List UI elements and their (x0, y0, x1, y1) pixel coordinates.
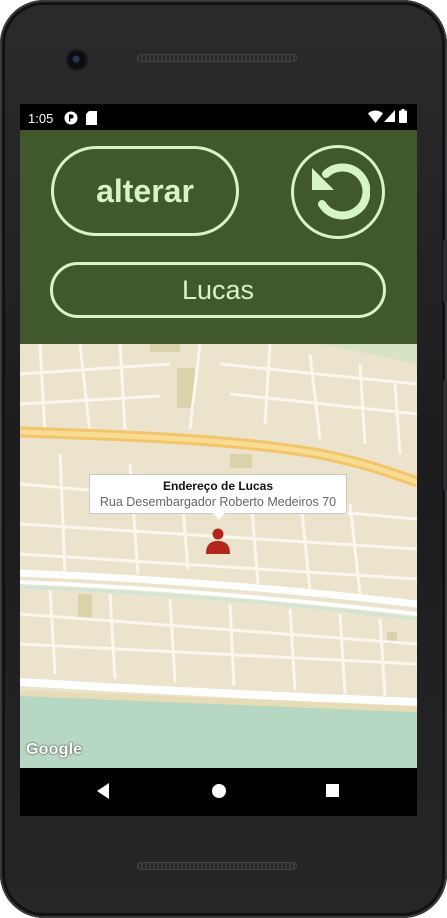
front-camera (68, 51, 86, 69)
name-field[interactable]: Lucas (50, 262, 386, 318)
signal-icon (384, 110, 395, 125)
battery-icon (399, 109, 407, 126)
power-button (443, 240, 447, 302)
refresh-icon (306, 158, 371, 227)
refresh-button[interactable] (291, 145, 385, 239)
phone-frame: 1:05 alterar Lucas Endereço de Lucas Rua… (0, 0, 447, 918)
map-view[interactable]: Endereço de Lucas Rua Desembargador Robe… (20, 344, 417, 768)
alterar-button[interactable]: alterar (51, 146, 239, 236)
navigation-bar (20, 768, 417, 816)
status-time: 1:05 (28, 111, 54, 126)
sd-card-icon (86, 111, 97, 128)
home-icon[interactable] (211, 783, 227, 804)
back-icon[interactable] (95, 782, 111, 805)
recents-icon[interactable] (325, 783, 340, 803)
volume-button (443, 380, 447, 490)
info-window-pointer (213, 513, 225, 520)
app-notification-icon (64, 111, 78, 128)
top-speaker (137, 54, 297, 62)
google-logo: Google (26, 741, 83, 758)
marker-info-window[interactable]: Endereço de Lucas Rua Desembargador Robe… (89, 474, 347, 514)
bottom-speaker (137, 862, 297, 870)
screen: 1:05 alterar Lucas Endereço de Lucas Rua… (20, 104, 417, 816)
info-window-address: Rua Desembargador Roberto Medeiros 70 (99, 495, 337, 509)
status-bar: 1:05 (20, 104, 417, 130)
wifi-icon (368, 110, 383, 126)
info-window-title: Endereço de Lucas (162, 479, 274, 493)
app-header: alterar Lucas (20, 130, 417, 344)
person-marker-icon[interactable] (206, 528, 230, 559)
